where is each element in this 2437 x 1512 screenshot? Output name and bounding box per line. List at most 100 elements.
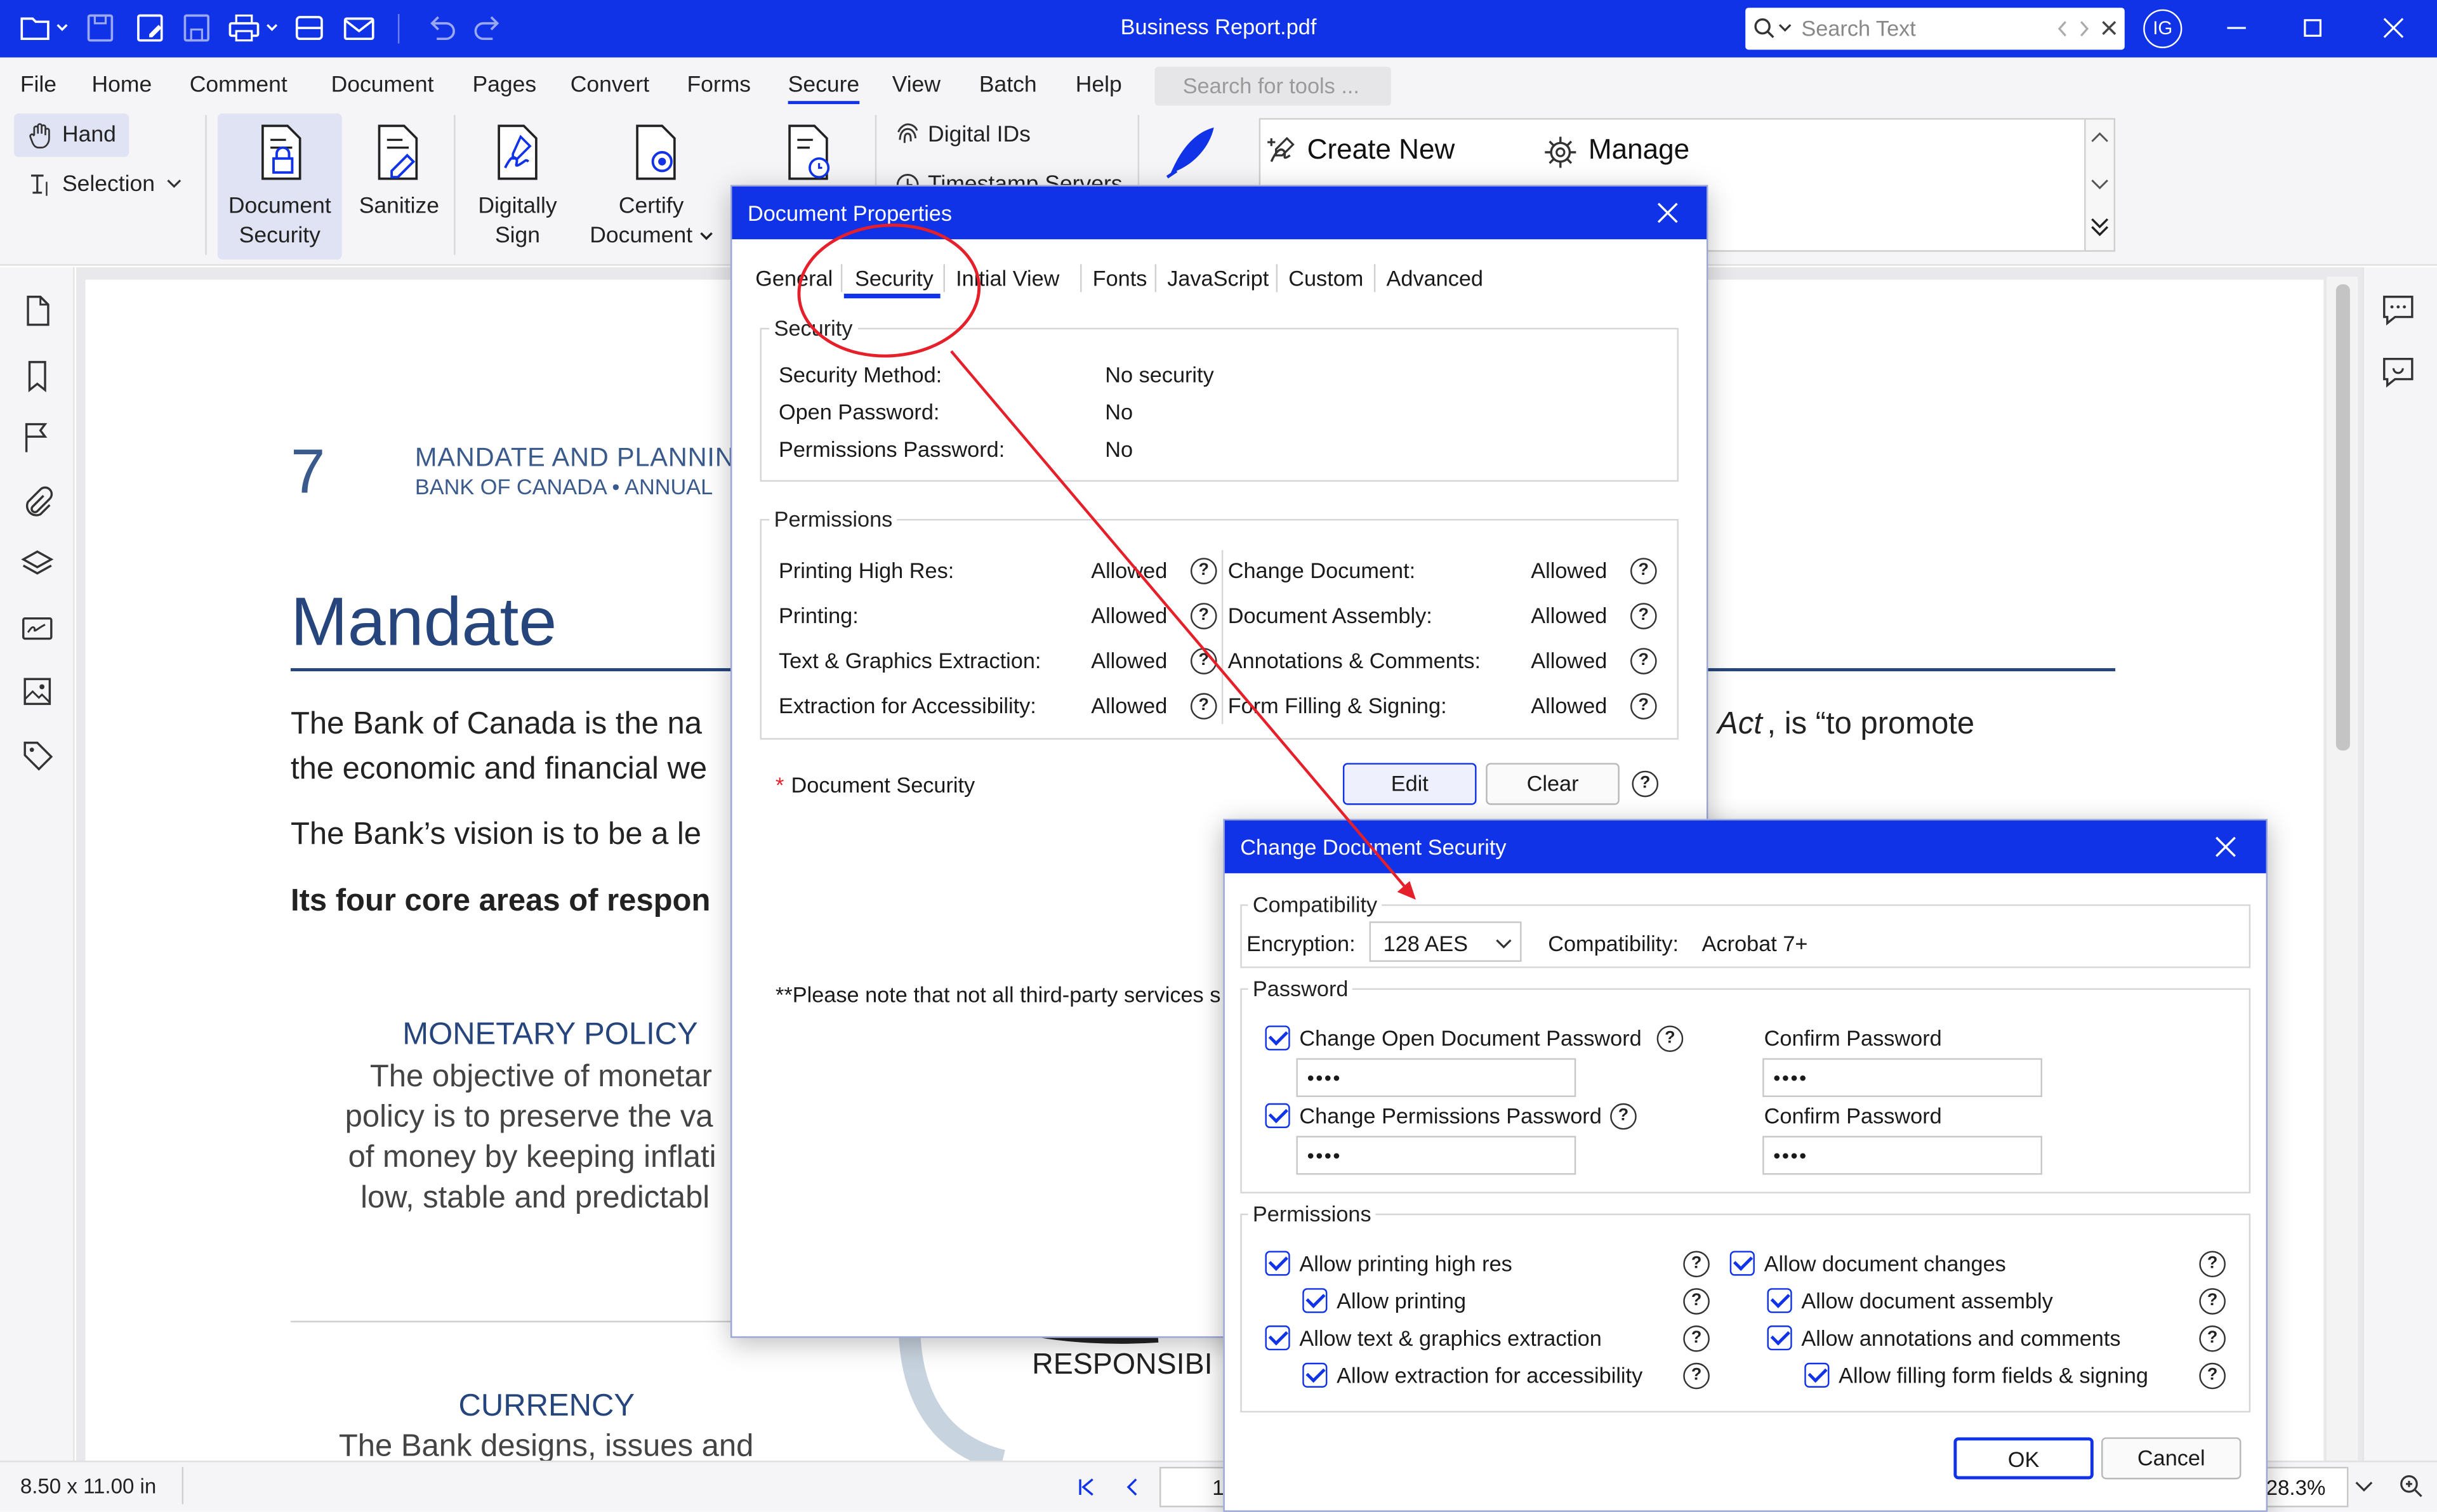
allow-document-assembly-checkbox[interactable] (1767, 1288, 1792, 1313)
sign-document-icon[interactable] (1158, 121, 1220, 183)
cancel-button[interactable]: Cancel (2101, 1437, 2242, 1480)
layers-icon[interactable] (20, 547, 55, 581)
flag-icon[interactable] (20, 419, 55, 454)
allow-printing-checkbox[interactable] (1302, 1288, 1328, 1313)
chevron-down-icon[interactable] (1778, 23, 1792, 33)
change-open-password-checkbox[interactable] (1265, 1025, 1290, 1051)
allow-extraction-accessibility-checkbox[interactable] (1302, 1362, 1328, 1388)
selection-tool-button[interactable]: Selection (62, 171, 155, 201)
help-icon[interactable]: ? (2199, 1251, 2226, 1278)
zoom-in-icon[interactable] (2398, 1473, 2423, 1498)
menu-view[interactable]: View (892, 73, 941, 98)
signatures-panel-icon[interactable] (20, 610, 55, 645)
menu-home[interactable]: Home (91, 73, 152, 98)
allow-document-changes-checkbox[interactable] (1729, 1251, 1755, 1276)
chevron-down-icon[interactable] (166, 179, 182, 190)
page-thumbnails-icon[interactable] (20, 294, 55, 328)
chevron-up-icon[interactable] (2090, 131, 2109, 146)
bookmark-icon[interactable] (20, 359, 55, 393)
change-permissions-password-checkbox[interactable] (1265, 1103, 1290, 1128)
menu-pages[interactable]: Pages (472, 73, 536, 98)
tab-initial-view[interactable]: Initial View (956, 266, 1059, 291)
encryption-select[interactable]: 128 AES (1369, 921, 1522, 962)
menu-convert[interactable]: Convert (571, 73, 649, 98)
confirm-permissions-password-field[interactable]: •••• (1762, 1136, 2042, 1175)
close-icon[interactable] (2101, 20, 2117, 36)
help-icon[interactable]: ? (1190, 693, 1217, 720)
attachment-icon[interactable] (20, 485, 55, 519)
create-new-button[interactable]: Create New (1307, 134, 1455, 166)
menu-batch[interactable]: Batch (979, 73, 1037, 98)
help-icon[interactable]: ? (1630, 558, 1657, 584)
help-icon[interactable]: ? (1683, 1288, 1710, 1315)
certify-document-label[interactable]: Certify Document (584, 193, 718, 252)
help-icon[interactable]: ? (2199, 1288, 2226, 1315)
menu-file[interactable]: File (20, 73, 56, 98)
chevron-down-icon[interactable] (2354, 1481, 2373, 1494)
help-icon[interactable]: ? (1632, 770, 1659, 798)
edit-button[interactable]: Edit (1342, 763, 1477, 805)
allow-annotations-checkbox[interactable] (1767, 1325, 1792, 1351)
tab-custom[interactable]: Custom (1288, 266, 1363, 291)
maximize-icon[interactable] (2289, 10, 2335, 47)
clear-button[interactable]: Clear (1486, 763, 1620, 805)
digital-ids-button[interactable]: Digital IDs (928, 121, 1031, 151)
help-icon[interactable]: ? (2199, 1362, 2226, 1390)
zoom-input[interactable]: 28.3% (2261, 1466, 2349, 1508)
comments-panel-icon[interactable] (2381, 292, 2415, 326)
page-number-input[interactable]: 1 (1159, 1466, 1228, 1508)
tag-icon[interactable] (20, 738, 55, 772)
next-result-icon[interactable] (2078, 20, 2090, 37)
search-input[interactable]: Search Text (1801, 15, 1915, 40)
scrollbar-thumb[interactable] (2335, 284, 2350, 751)
sanitize-button[interactable]: Sanitize (359, 193, 439, 223)
tab-general[interactable]: General (755, 266, 833, 291)
first-page-icon[interactable] (1076, 1476, 1097, 1498)
expand-gallery-icon[interactable] (2090, 216, 2109, 237)
chevron-down-icon[interactable] (2090, 176, 2109, 191)
certify-document-icon[interactable] (628, 121, 684, 183)
allow-printing-high-res-checkbox[interactable] (1265, 1251, 1290, 1276)
help-icon[interactable]: ? (1630, 693, 1657, 720)
help-icon[interactable]: ? (1683, 1251, 1710, 1278)
help-icon[interactable]: ? (1656, 1025, 1684, 1052)
allow-form-filling-checkbox[interactable] (1804, 1362, 1830, 1388)
help-icon[interactable]: ? (2199, 1325, 2226, 1352)
ai-assistant-icon[interactable] (2381, 354, 2415, 388)
help-icon[interactable]: ? (1610, 1103, 1637, 1130)
help-icon[interactable]: ? (1630, 648, 1657, 674)
menu-forms[interactable]: Forms (687, 73, 751, 98)
tab-fonts[interactable]: Fonts (1093, 266, 1147, 291)
tab-javascript[interactable]: JavaScript (1167, 266, 1269, 291)
digitally-sign-label[interactable]: Digitally Sign (466, 193, 569, 252)
sanitize-icon[interactable] (370, 121, 426, 183)
confirm-open-password-field[interactable]: •••• (1762, 1058, 2042, 1097)
tools-search-input[interactable]: Search for tools ... (1154, 67, 1391, 106)
permissions-password-field[interactable]: •••• (1296, 1136, 1576, 1175)
tab-advanced[interactable]: Advanced (1387, 266, 1484, 291)
chevron-down-icon[interactable] (699, 232, 713, 241)
digitally-sign-icon[interactable] (489, 121, 545, 183)
help-icon[interactable]: ? (1190, 648, 1217, 674)
image-icon[interactable] (20, 674, 55, 709)
close-window-icon[interactable] (2370, 10, 2417, 47)
close-icon[interactable] (1655, 201, 1680, 225)
previous-page-icon[interactable] (1122, 1476, 1144, 1498)
menu-help[interactable]: Help (1076, 73, 1122, 98)
open-password-field[interactable]: •••• (1296, 1058, 1576, 1097)
dialog-title-bar[interactable]: Document Properties (732, 186, 1707, 240)
previous-result-icon[interactable] (2056, 20, 2069, 37)
ok-button[interactable]: OK (1953, 1437, 2094, 1480)
menu-secure[interactable]: Secure (788, 73, 860, 105)
close-icon[interactable] (2213, 834, 2238, 859)
allow-text-extraction-checkbox[interactable] (1265, 1325, 1290, 1351)
help-icon[interactable]: ? (1630, 603, 1657, 629)
search-text-box[interactable]: Search Text (1745, 8, 2125, 50)
menu-comment[interactable]: Comment (190, 73, 287, 98)
tab-security[interactable]: Security (855, 266, 934, 291)
avatar[interactable]: IG (2143, 9, 2183, 48)
minimize-icon[interactable] (2213, 10, 2259, 47)
manage-button[interactable]: Manage (1588, 134, 1689, 166)
menu-document[interactable]: Document (331, 73, 434, 98)
help-icon[interactable]: ? (1190, 558, 1217, 584)
